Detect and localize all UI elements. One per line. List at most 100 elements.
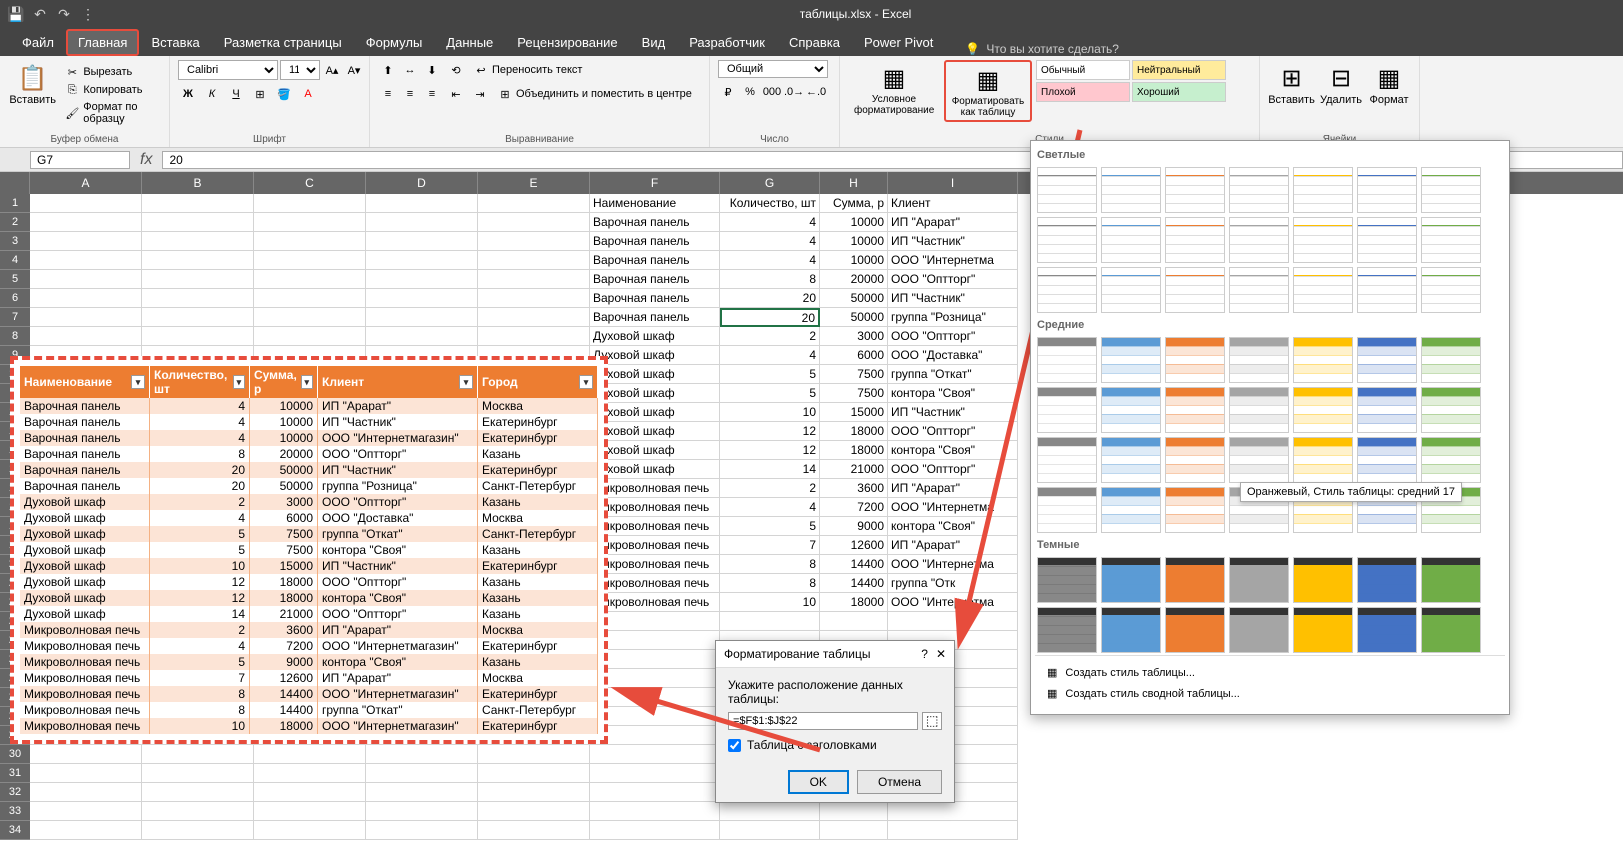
cell-A2[interactable] — [30, 213, 142, 232]
table-style-swatch[interactable] — [1165, 487, 1225, 533]
cell-D1[interactable] — [366, 194, 478, 213]
table-style-swatch[interactable] — [1293, 167, 1353, 213]
table-style-swatch[interactable] — [1101, 487, 1161, 533]
cell-G33[interactable] — [720, 802, 820, 821]
merge-button[interactable]: ⊞Объединить и поместить в центре — [494, 86, 696, 102]
cell-I13[interactable]: ООО "Оптторг" — [888, 422, 1018, 441]
cell-I2[interactable]: ИП "Арарат" — [888, 213, 1018, 232]
table-style-swatch[interactable] — [1421, 607, 1481, 653]
cell-G2[interactable]: 4 — [720, 213, 820, 232]
tab-view[interactable]: Вид — [630, 29, 678, 56]
cell-H22[interactable]: 18000 — [820, 593, 888, 612]
cell-B4[interactable] — [142, 251, 254, 270]
format-as-table-button[interactable]: ▦ Форматировать как таблицу — [944, 60, 1032, 122]
cell-I34[interactable] — [888, 821, 1018, 840]
cell-A30[interactable] — [30, 745, 142, 764]
cell-C5[interactable] — [254, 270, 366, 289]
cell-H8[interactable]: 3000 — [820, 327, 888, 346]
dialog-cancel-button[interactable]: Отмена — [857, 770, 942, 794]
table-style-swatch[interactable] — [1229, 337, 1289, 383]
increase-indent-button[interactable]: ⇥ — [470, 84, 490, 104]
cell-D8[interactable] — [366, 327, 478, 346]
cell-H11[interactable]: 7500 — [820, 384, 888, 403]
column-header-E[interactable]: E — [478, 172, 590, 194]
cell-C7[interactable] — [254, 308, 366, 327]
cell-I4[interactable]: ООО "Интернетма — [888, 251, 1018, 270]
cell-F1[interactable]: Наименование — [590, 194, 720, 213]
align-bottom-button[interactable]: ⬇ — [422, 60, 442, 80]
cell-A31[interactable] — [30, 764, 142, 783]
row-header-6[interactable]: 6 — [0, 289, 30, 308]
cell-E31[interactable] — [478, 764, 590, 783]
save-icon[interactable]: 💾 — [8, 6, 24, 22]
cell-I7[interactable]: группа "Розница" — [888, 308, 1018, 327]
cell-F18[interactable]: Микроволновая печь — [590, 517, 720, 536]
cell-G9[interactable]: 4 — [720, 346, 820, 365]
cell-G17[interactable]: 4 — [720, 498, 820, 517]
style-good[interactable]: Хороший — [1132, 82, 1226, 102]
cell-F27[interactable] — [590, 688, 720, 707]
table-style-swatch[interactable] — [1165, 337, 1225, 383]
tab-file[interactable]: Файл — [10, 29, 66, 56]
percent-button[interactable]: % — [740, 82, 760, 102]
cell-I10[interactable]: группа "Откат" — [888, 365, 1018, 384]
cell-B8[interactable] — [142, 327, 254, 346]
cell-H33[interactable] — [820, 802, 888, 821]
name-box[interactable] — [30, 151, 130, 169]
align-middle-button[interactable]: ↔ — [400, 60, 420, 80]
align-right-button[interactable]: ≡ — [422, 84, 442, 104]
copy-button[interactable]: ⎘Копировать — [61, 82, 161, 98]
cell-H23[interactable] — [820, 612, 888, 631]
cell-A5[interactable] — [30, 270, 142, 289]
cell-F3[interactable]: Варочная панель — [590, 232, 720, 251]
row-header-8[interactable]: 8 — [0, 327, 30, 346]
cell-C8[interactable] — [254, 327, 366, 346]
row-header-32[interactable]: 32 — [0, 783, 30, 802]
cell-F6[interactable]: Варочная панель — [590, 289, 720, 308]
table-style-swatch[interactable] — [1421, 167, 1481, 213]
cell-D6[interactable] — [366, 289, 478, 308]
cell-E8[interactable] — [478, 327, 590, 346]
cell-F13[interactable]: Духовой шкаф — [590, 422, 720, 441]
table-style-swatch[interactable] — [1037, 167, 1097, 213]
currency-button[interactable]: ₽ — [718, 82, 738, 102]
cell-C3[interactable] — [254, 232, 366, 251]
cell-F28[interactable] — [590, 707, 720, 726]
table-style-swatch[interactable] — [1037, 437, 1097, 483]
table-style-swatch[interactable] — [1165, 607, 1225, 653]
table-style-swatch[interactable] — [1357, 607, 1417, 653]
cell-E4[interactable] — [478, 251, 590, 270]
cell-G8[interactable]: 2 — [720, 327, 820, 346]
bold-button[interactable]: Ж — [178, 84, 198, 104]
table-style-swatch[interactable] — [1357, 217, 1417, 263]
table-style-swatch[interactable] — [1165, 217, 1225, 263]
cell-F30[interactable] — [590, 745, 720, 764]
column-header-I[interactable]: I — [888, 172, 1018, 194]
ft-header-cell[interactable]: Количество, шт▾ — [150, 366, 250, 398]
table-style-swatch[interactable] — [1101, 217, 1161, 263]
row-header-2[interactable]: 2 — [0, 213, 30, 232]
cell-H34[interactable] — [820, 821, 888, 840]
cell-C6[interactable] — [254, 289, 366, 308]
cell-E6[interactable] — [478, 289, 590, 308]
filter-icon[interactable]: ▾ — [459, 375, 473, 389]
cell-D31[interactable] — [366, 764, 478, 783]
dialog-close-button[interactable]: ✕ — [936, 647, 946, 661]
ft-header-cell[interactable]: Наименование▾ — [20, 366, 150, 398]
paste-button[interactable]: 📋 Вставить — [8, 60, 57, 108]
tab-developer[interactable]: Разработчик — [677, 29, 777, 56]
cell-F4[interactable]: Варочная панель — [590, 251, 720, 270]
table-style-swatch[interactable] — [1357, 387, 1417, 433]
table-style-swatch[interactable] — [1165, 557, 1225, 603]
cell-H1[interactable]: Сумма, р — [820, 194, 888, 213]
cell-B30[interactable] — [142, 745, 254, 764]
cell-F20[interactable]: Микроволновая печь — [590, 555, 720, 574]
cell-H5[interactable]: 20000 — [820, 270, 888, 289]
table-style-swatch[interactable] — [1229, 267, 1289, 313]
table-style-swatch[interactable] — [1229, 217, 1289, 263]
row-header-4[interactable]: 4 — [0, 251, 30, 270]
cell-C2[interactable] — [254, 213, 366, 232]
filter-icon[interactable]: ▾ — [233, 375, 245, 389]
row-header-7[interactable]: 7 — [0, 308, 30, 327]
cell-G1[interactable]: Количество, шт — [720, 194, 820, 213]
